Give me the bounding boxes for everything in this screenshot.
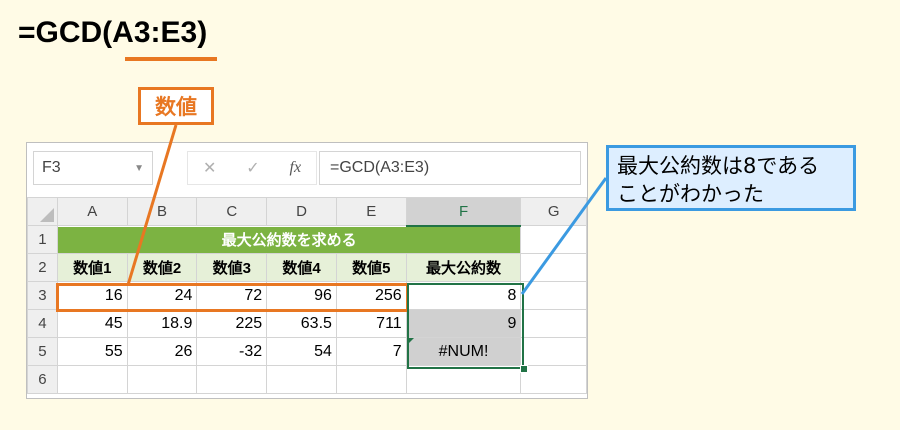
column-header-b[interactable]: B bbox=[126, 197, 198, 226]
enter-check-icon[interactable]: ✓ bbox=[246, 158, 259, 178]
formula-heading: =GCD(A3:E3) bbox=[18, 16, 208, 49]
cell-g4[interactable] bbox=[520, 309, 587, 338]
row-header-3[interactable]: 3 bbox=[27, 281, 58, 310]
name-box-value: F3 bbox=[42, 159, 61, 176]
data-cell[interactable]: 26 bbox=[126, 337, 198, 366]
data-cell[interactable]: -32 bbox=[196, 337, 268, 366]
cancel-icon[interactable]: ✕ bbox=[203, 158, 216, 178]
empty-cell[interactable] bbox=[405, 365, 522, 394]
result-callout-line1: 最大公約数は8である bbox=[617, 154, 820, 178]
column-header-e[interactable]: E bbox=[335, 197, 407, 226]
empty-cell[interactable] bbox=[126, 365, 198, 394]
fill-handle[interactable] bbox=[520, 365, 528, 373]
formula-bar-input[interactable]: =GCD(A3:E3) bbox=[319, 151, 581, 185]
column-header-a[interactable]: A bbox=[56, 197, 128, 226]
header-cell[interactable]: 数値2 bbox=[126, 253, 198, 282]
data-cell[interactable]: 711 bbox=[335, 309, 407, 338]
name-box[interactable]: F3 ▼ bbox=[33, 151, 153, 185]
result-callout: 最大公約数は8である ことがわかった bbox=[606, 145, 856, 211]
empty-cell[interactable] bbox=[335, 365, 407, 394]
header-cell[interactable]: 数値5 bbox=[335, 253, 407, 282]
data-cell[interactable]: 45 bbox=[56, 309, 128, 338]
header-cell[interactable]: 数値1 bbox=[56, 253, 128, 282]
dropdown-arrow-icon[interactable]: ▼ bbox=[134, 163, 144, 174]
argument-underline bbox=[125, 57, 217, 61]
row-header-4[interactable]: 4 bbox=[27, 309, 58, 338]
result-callout-line2: ことがわかった bbox=[617, 182, 764, 206]
row-header-2[interactable]: 2 bbox=[27, 253, 58, 282]
data-cell[interactable]: 18.9 bbox=[126, 309, 198, 338]
select-all-corner[interactable] bbox=[27, 197, 58, 226]
column-header-c[interactable]: C bbox=[196, 197, 268, 226]
argument-range-highlight bbox=[56, 283, 409, 312]
data-cell[interactable]: 55 bbox=[56, 337, 128, 366]
empty-cell[interactable] bbox=[196, 365, 268, 394]
header-cell[interactable]: 数値4 bbox=[266, 253, 337, 282]
selected-range-border bbox=[407, 283, 524, 369]
empty-cell[interactable] bbox=[56, 365, 128, 394]
data-cell[interactable]: 54 bbox=[266, 337, 337, 366]
header-cell[interactable]: 最大公約数 bbox=[405, 253, 522, 282]
data-cell[interactable]: 225 bbox=[196, 309, 268, 338]
row-header-1[interactable]: 1 bbox=[27, 225, 58, 254]
cell-g2[interactable] bbox=[520, 253, 587, 282]
column-header-d[interactable]: D bbox=[266, 197, 337, 226]
empty-cell[interactable] bbox=[520, 365, 587, 394]
argument-callout: 数値 bbox=[138, 87, 214, 125]
column-header-f[interactable]: F bbox=[405, 197, 522, 227]
row-header-5[interactable]: 5 bbox=[27, 337, 58, 366]
data-cell[interactable]: 7 bbox=[335, 337, 407, 366]
insert-function-icon[interactable]: fx bbox=[290, 159, 302, 177]
formula-buttons: ✕ ✓ fx bbox=[187, 151, 317, 185]
cell-g5[interactable] bbox=[520, 337, 587, 366]
column-header-g[interactable]: G bbox=[520, 197, 587, 226]
cell-g3[interactable] bbox=[520, 281, 587, 310]
data-cell[interactable]: 63.5 bbox=[266, 309, 337, 338]
empty-cell[interactable] bbox=[266, 365, 337, 394]
row-header-6[interactable]: 6 bbox=[27, 365, 58, 394]
title-cell[interactable]: 最大公約数を求める bbox=[56, 225, 522, 254]
cell-g1[interactable] bbox=[520, 225, 587, 254]
header-cell[interactable]: 数値3 bbox=[196, 253, 268, 282]
